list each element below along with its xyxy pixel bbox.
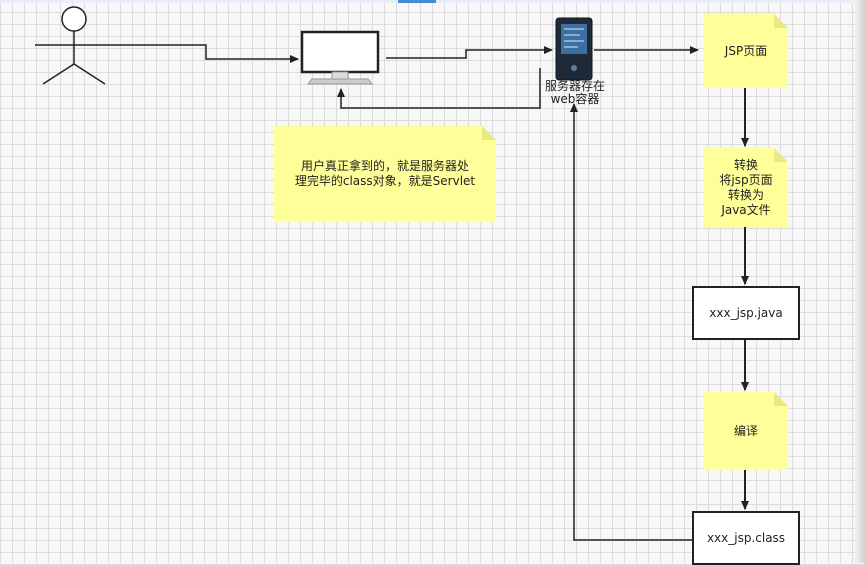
box-class-file[interactable]: xxx_jsp.class: [692, 511, 800, 565]
note-servlet-line1: 用户真正拿到的，就是服务器处: [300, 159, 469, 173]
note-convert-line3: 转换为: [727, 187, 764, 202]
edge-person-to-computer: [112, 44, 299, 63]
box-java-file-text: xxx_jsp.java: [709, 306, 783, 320]
computer-monitor-icon[interactable]: [300, 30, 380, 85]
note-compile[interactable]: 编译: [704, 392, 788, 470]
note-compile-text: 编译: [733, 423, 758, 438]
edge-server-to-computer: [337, 68, 541, 109]
note-convert[interactable]: 转换 将jsp页面 转换为 Java文件: [704, 148, 788, 227]
note-convert-line4: Java文件: [721, 202, 771, 217]
edge-class-to-server: [570, 103, 692, 541]
server-icon[interactable]: [555, 17, 593, 81]
note-servlet-line2: 理完毕的class对象，就是Servlet: [294, 174, 476, 188]
box-class-file-text: xxx_jsp.class: [706, 531, 786, 545]
note-convert-line1: 转换: [733, 157, 758, 172]
note-jsp-page-text: JSP页面: [724, 43, 768, 58]
note-servlet-explanation[interactable]: 用户真正拿到的，就是服务器处 理完毕的class对象，就是Servlet: [274, 126, 496, 222]
note-jsp-page[interactable]: JSP页面: [704, 14, 788, 88]
person-icon[interactable]: [35, 6, 112, 85]
server-label-line2: web容器: [550, 92, 600, 106]
note-convert-line2: 将jsp页面: [719, 172, 773, 187]
edge-computer-to-server: [386, 46, 553, 59]
right-scroll-edge: [855, 0, 865, 563]
box-java-file[interactable]: xxx_jsp.java: [692, 286, 800, 340]
server-label: 服务器存在 web容器: [532, 80, 618, 106]
